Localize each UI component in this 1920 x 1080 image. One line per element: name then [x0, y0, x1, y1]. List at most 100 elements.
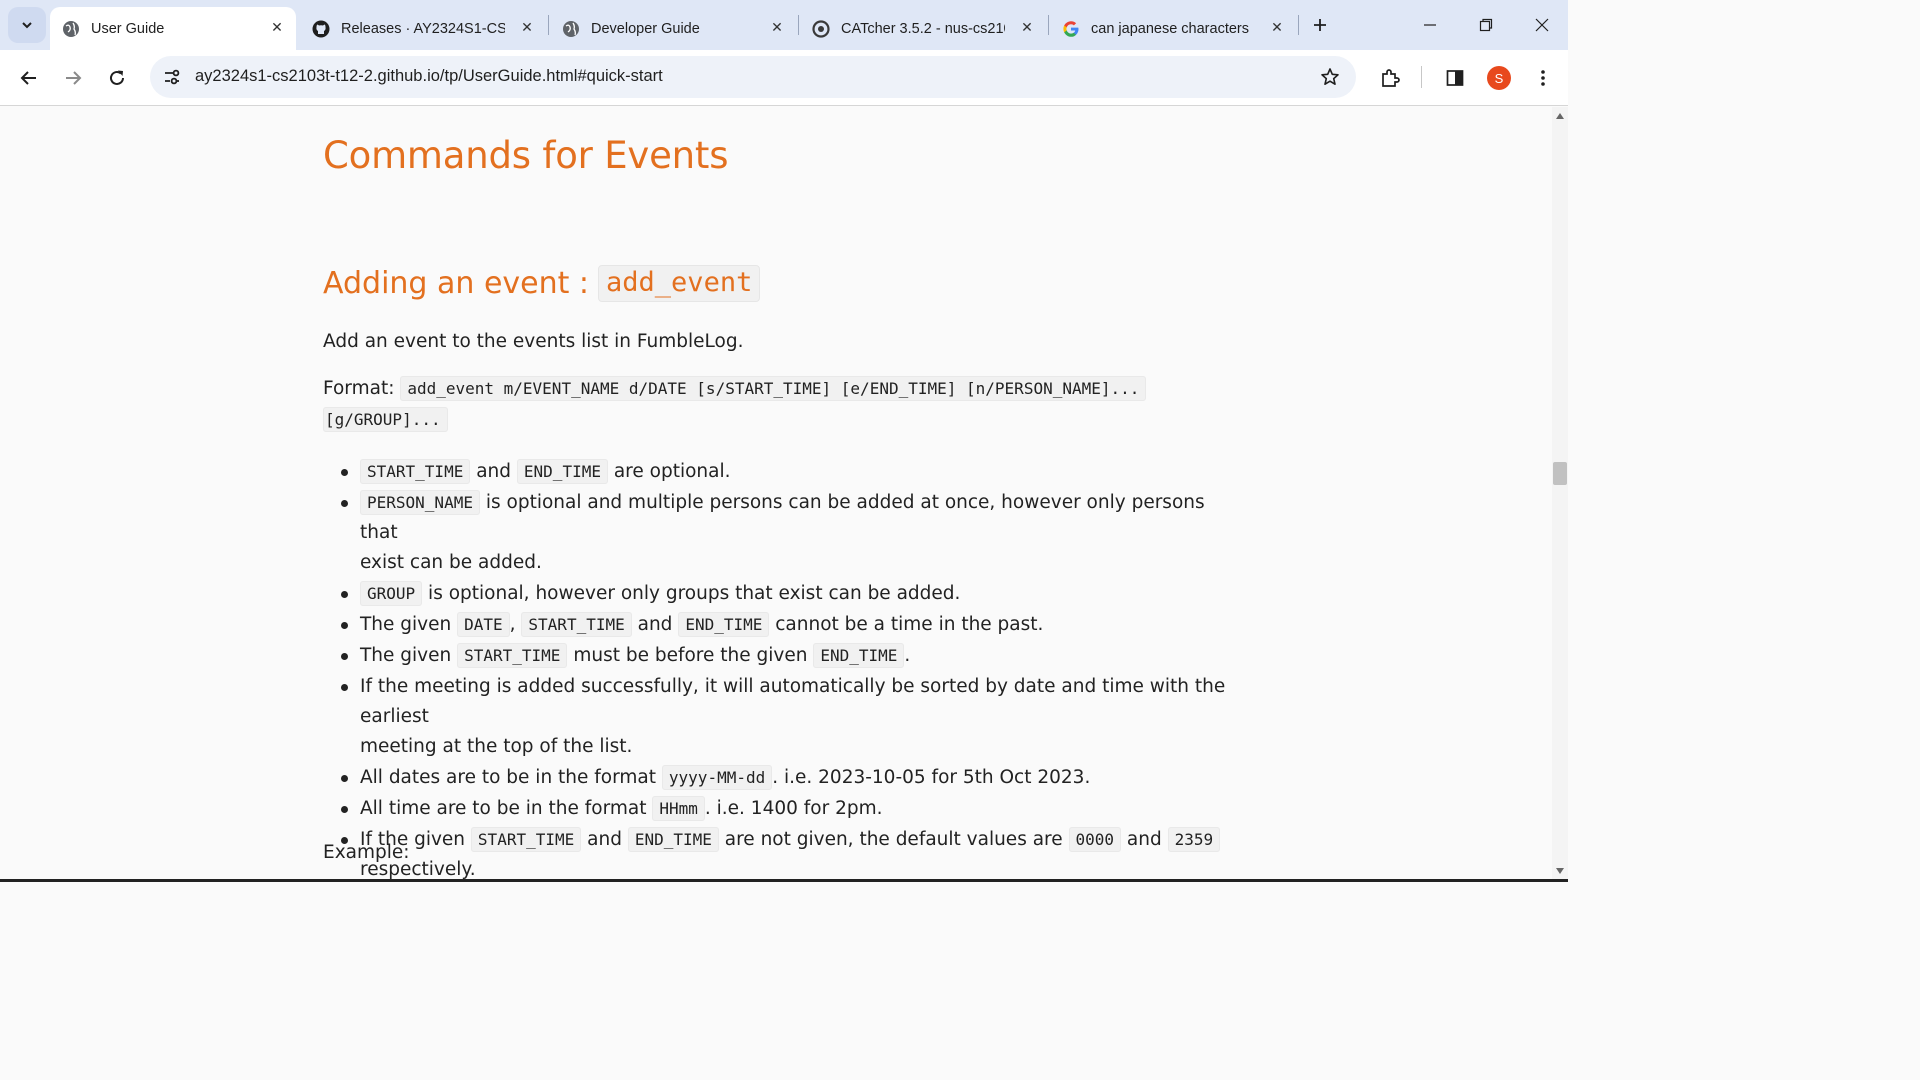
notes-list: START_TIME and END_TIME are optional. PE… [323, 457, 1233, 882]
window-bottom-edge [0, 879, 1568, 882]
list-item: If the given START_TIME and END_TIME are… [323, 825, 1233, 882]
side-panel-button[interactable] [1439, 62, 1471, 94]
tab-title: User Guide [91, 20, 165, 37]
close-icon[interactable]: ✕ [768, 19, 786, 37]
list-item: The given DATE, START_TIME and END_TIME … [323, 610, 1233, 640]
close-icon[interactable]: ✕ [1268, 19, 1286, 37]
scroll-down-arrow-icon[interactable] [1556, 868, 1564, 874]
restore-button[interactable] [1471, 10, 1501, 40]
tab-title: Developer Guide [591, 20, 700, 37]
bullet-dot [341, 684, 348, 691]
close-icon[interactable]: ✕ [1018, 19, 1036, 37]
section-heading-text: Adding an event : [323, 266, 590, 301]
vertical-scrollbar[interactable] [1552, 107, 1568, 882]
list-text: cannot be a time in the past. [769, 614, 1044, 635]
tab-separator [1048, 15, 1049, 35]
menu-button[interactable] [1527, 62, 1559, 94]
inline-code: yyyy-MM-dd [661, 765, 773, 790]
tab-releases[interactable]: Releases · AY2324S1-CS2103T-T12-2 ✕ [300, 7, 546, 50]
list-text: , [509, 614, 522, 635]
minimize-button[interactable] [1415, 10, 1445, 40]
back-button[interactable] [13, 62, 45, 94]
site-settings-icon[interactable] [160, 65, 184, 89]
list-item: GROUP is optional, however only groups t… [323, 579, 1233, 609]
restore-icon [1479, 18, 1493, 32]
list-item: START_TIME and END_TIME are optional. [323, 457, 1233, 487]
tab-title: Releases · AY2324S1-CS2103T-T12-2 [341, 20, 505, 37]
list-text: is optional, however only groups that ex… [422, 583, 961, 604]
scrollbar-thumb[interactable] [1553, 462, 1567, 485]
extensions-button[interactable] [1374, 62, 1406, 94]
inline-code: DATE [457, 612, 510, 637]
tab-separator [798, 15, 799, 35]
list-text: must be before the given [567, 645, 814, 666]
tab-separator [1298, 15, 1299, 35]
profile-button[interactable]: S [1483, 62, 1515, 94]
page-heading: Commands for Events [323, 134, 729, 177]
format-code: [g/GROUP]... [323, 407, 448, 432]
list-text: The given [360, 614, 458, 635]
tab-strip: User Guide ✕ Releases · AY2324S1-CS2103T… [0, 0, 1568, 50]
tab-title: can japanese characters [1091, 20, 1249, 37]
globe-icon [562, 20, 580, 38]
list-text: . i.e. 1400 for 2pm. [704, 798, 883, 819]
arrow-left-icon [20, 71, 36, 85]
inline-code: START_TIME [521, 612, 632, 637]
list-text: and [470, 461, 517, 482]
bookmark-star-icon[interactable] [1318, 65, 1342, 89]
section-heading-code: add_event [598, 265, 761, 302]
section-heading: Adding an event : add_event [323, 265, 761, 302]
tab-title: CATcher 3.5.2 - nus-cs2103-AY2324S1 [841, 20, 1005, 37]
list-text: exist can be added. [360, 552, 542, 573]
bullet-dot [341, 775, 348, 782]
example-label: Example: [323, 842, 410, 863]
plus-icon [1314, 19, 1326, 31]
close-icon[interactable]: ✕ [518, 19, 536, 37]
page-viewport: Commands for Events Adding an event : ad… [0, 107, 1552, 882]
list-text: If the meeting is added successfully, it… [360, 676, 1226, 727]
list-text: . i.e. 2023-10-05 for 5th Oct 2023. [772, 767, 1091, 788]
list-text: are not given, the default values are [718, 829, 1069, 850]
bullet-dot [341, 653, 348, 660]
list-text: meeting at the top of the list. [360, 736, 633, 757]
tab-search-button[interactable] [8, 7, 46, 43]
tab-user-guide[interactable]: User Guide ✕ [50, 7, 296, 50]
inline-code: START_TIME [360, 459, 471, 484]
close-icon[interactable]: ✕ [268, 19, 286, 37]
browser-toolbar: ay2324s1-cs2103t-t12-2.github.io/tp/User… [0, 50, 1568, 106]
list-item: The given START_TIME must be before the … [323, 641, 1233, 671]
list-text: All time are to be in the format [360, 798, 653, 819]
arrow-right-icon [66, 71, 82, 85]
globe-icon [62, 20, 80, 38]
list-text: and [581, 829, 628, 850]
scroll-up-arrow-icon[interactable] [1556, 113, 1564, 119]
side-panel-icon [1446, 70, 1464, 86]
new-tab-button[interactable] [1308, 13, 1332, 37]
list-text: and [631, 614, 679, 635]
google-icon [1062, 20, 1080, 38]
tab-developer-guide[interactable]: Developer Guide ✕ [550, 7, 796, 50]
forward-button[interactable] [57, 62, 89, 94]
minimize-icon [1424, 24, 1436, 26]
list-item: If the meeting is added successfully, it… [323, 672, 1233, 762]
intro-text: Add an event to the events list in Fumbl… [323, 331, 744, 352]
reload-button[interactable] [101, 62, 133, 94]
inline-code: PERSON_NAME [360, 490, 480, 515]
bullet-dot [341, 469, 348, 476]
list-text: and [1121, 829, 1168, 850]
list-text: are optional. [607, 461, 731, 482]
format-label: Format: [323, 378, 401, 399]
address-bar[interactable]: ay2324s1-cs2103t-t12-2.github.io/tp/User… [150, 56, 1356, 98]
inline-code: START_TIME [457, 643, 568, 668]
format-line-continued: [g/GROUP]... [323, 407, 448, 432]
chevron-down-icon [22, 22, 32, 29]
close-icon [1535, 18, 1549, 32]
puzzle-icon [1382, 69, 1400, 87]
tab-google-search[interactable]: can japanese characters ✕ [1050, 7, 1296, 50]
close-window-button[interactable] [1527, 10, 1557, 40]
inline-code: END_TIME [678, 612, 770, 637]
inline-code: START_TIME [470, 827, 582, 852]
tab-catcher[interactable]: CATcher 3.5.2 - nus-cs2103-AY2324S1 ✕ [800, 7, 1046, 50]
url-text[interactable]: ay2324s1-cs2103t-t12-2.github.io/tp/User… [195, 67, 663, 86]
bullet-dot [341, 622, 348, 629]
